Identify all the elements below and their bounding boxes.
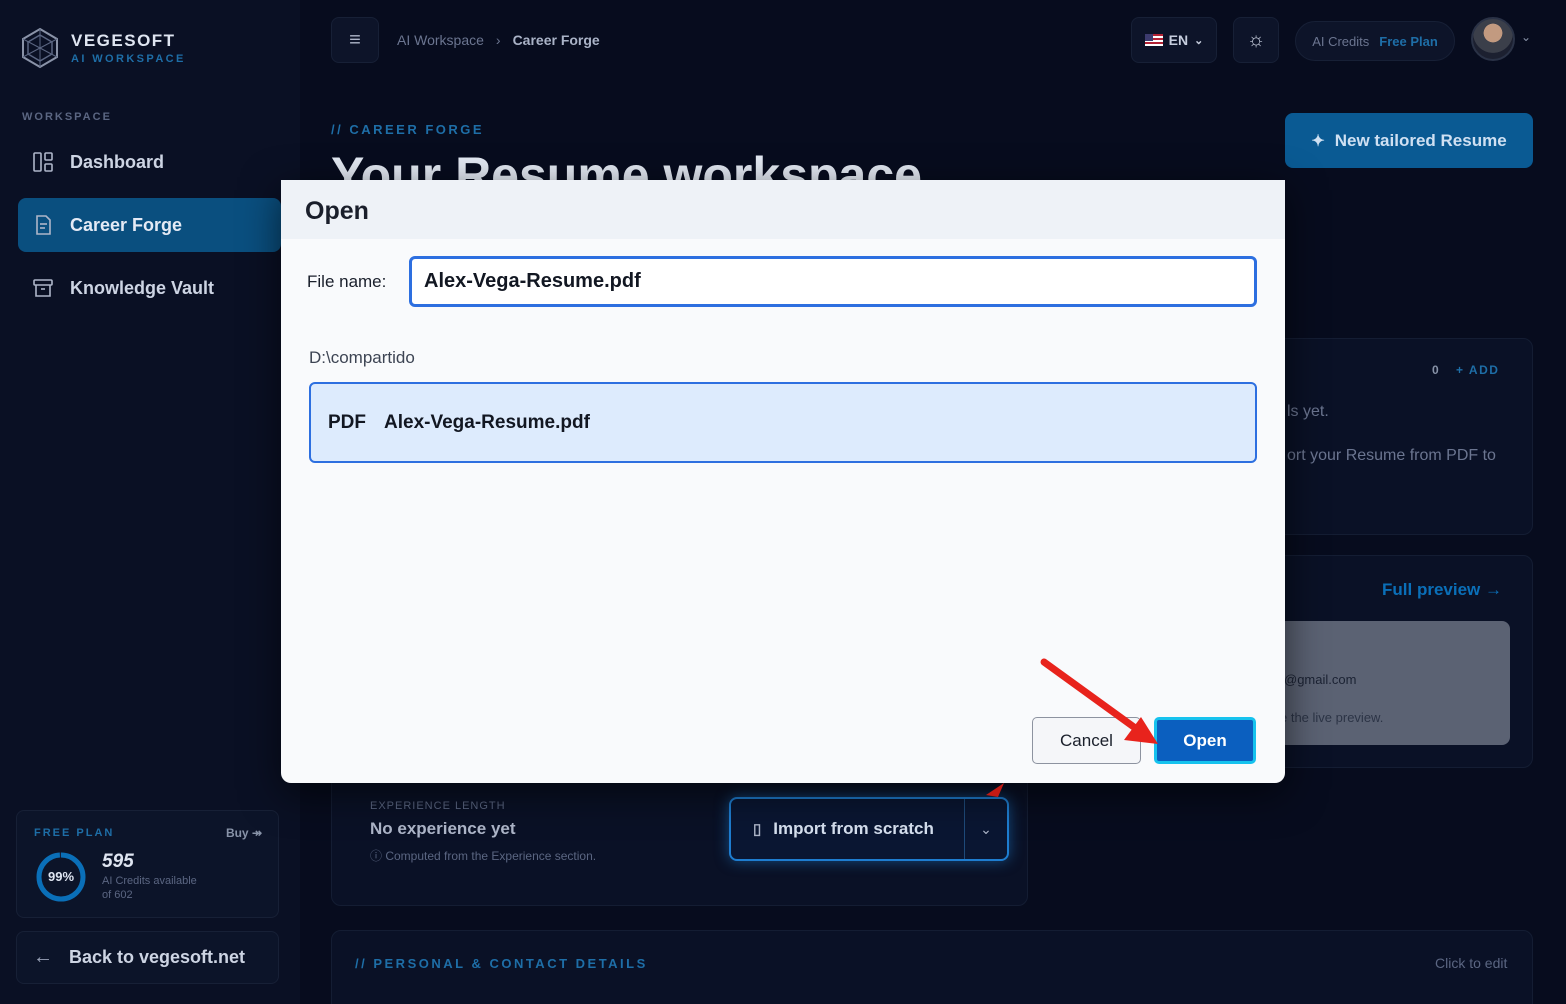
skills-empty-text: ls yet. (1287, 403, 1329, 420)
experience-length-value: No experience yet (370, 819, 516, 838)
back-to-site-link[interactable]: ← Back to vegesoft.net (16, 931, 279, 984)
experience-hint: ⓘ Computed from the Experience section. (370, 847, 596, 864)
plan-card: FREE PLAN Buy ↠ 99% 595 AI Credits avail… (16, 810, 279, 918)
chevron-down-icon: ⌄ (1194, 34, 1204, 47)
language-code: EN (1168, 32, 1189, 48)
dialog-header: Open (281, 180, 1285, 239)
vegesoft-logo-icon (22, 27, 58, 69)
pdf-file-icon: ▯ (753, 821, 762, 838)
ai-credits-pill[interactable]: AI Credits Free Plan (1295, 21, 1455, 61)
file-list-item[interactable]: PDF Alex-Vega-Resume.pdf (309, 382, 1257, 463)
credits-percent: 99% (47, 869, 75, 884)
theme-toggle-button[interactable]: ☼ (1233, 17, 1279, 63)
archive-icon (33, 279, 53, 297)
credits-available-label: AI Credits available (102, 875, 197, 887)
sidebar-item-dashboard[interactable]: Dashboard (18, 135, 281, 189)
breadcrumb: AI Workspace › Career Forge (397, 32, 600, 48)
brand-name: VEGESOFT (71, 31, 176, 50)
brand-subtitle: AI WORKSPACE (71, 53, 186, 65)
skills-import-hint: ort your Resume from PDF to (1287, 447, 1496, 464)
chevron-right-icon: › (495, 32, 501, 48)
personal-details-heading: // PERSONAL & CONTACT DETAILS (355, 956, 648, 971)
sidebar-item-knowledge-vault[interactable]: Knowledge Vault (18, 261, 281, 315)
import-label: Import from scratch (773, 819, 934, 838)
back-link-label: Back to vegesoft.net (69, 947, 246, 967)
page-eyebrow: // CAREER FORGE (331, 122, 485, 137)
full-preview-link[interactable]: Full preview → (1382, 580, 1502, 600)
current-path: D:\compartido (309, 348, 415, 367)
info-icon: ⓘ (370, 849, 386, 863)
credits-count: 595 (102, 851, 134, 872)
workspace-section-label: WORKSPACE (22, 111, 112, 123)
file-item-name: Alex-Vega-Resume.pdf (384, 411, 590, 433)
sidebar-item-label: Knowledge Vault (70, 277, 215, 298)
us-flag-icon (1144, 34, 1163, 46)
sidebar-item-label: Career Forge (70, 214, 183, 235)
open-file-dialog: Open File name: D:\compartido PDF Alex-V… (281, 180, 1285, 783)
menu-toggle-button[interactable]: ≡ (331, 17, 379, 63)
credits-total: of 602 (102, 889, 133, 901)
brand[interactable]: VEGESOFT AI WORKSPACE (18, 26, 186, 70)
dialog-title: Open (305, 197, 369, 225)
experience-hint-text: Computed from the Experience section. (385, 849, 597, 863)
import-from-scratch-button[interactable]: ▯ Import from scratch (731, 799, 965, 859)
breadcrumb-current: Career Forge (512, 32, 600, 48)
arrow-left-icon: ← (33, 946, 53, 968)
sidebar-item-label: Dashboard (70, 151, 165, 172)
cancel-button[interactable]: Cancel (1032, 717, 1141, 764)
file-name-input[interactable] (409, 256, 1257, 307)
preview-email: @gmail.com (1284, 672, 1357, 687)
new-tailored-resume-button[interactable]: ✦ New tailored Resume (1285, 113, 1533, 168)
dashboard-icon (33, 152, 53, 172)
file-type-badge: PDF (328, 411, 366, 433)
credits-label: AI Credits (1312, 33, 1370, 49)
sidebar-item-career-forge[interactable]: Career Forge (18, 198, 281, 252)
breadcrumb-item[interactable]: AI Workspace (397, 32, 484, 48)
add-skill-button[interactable]: + ADD (1456, 363, 1499, 377)
plan-label: FREE PLAN (34, 827, 115, 839)
new-resume-label: New tailored Resume (1334, 130, 1507, 150)
avatar[interactable] (1471, 17, 1515, 61)
page-title: Your Resume workspace (331, 147, 922, 180)
plan-name: Free Plan (1379, 33, 1438, 49)
document-icon (36, 215, 51, 235)
open-button[interactable]: Open (1154, 717, 1256, 764)
skills-count: 0 (1432, 363, 1439, 377)
language-select[interactable]: EN ⌄ (1131, 17, 1217, 63)
click-to-edit-hint: Click to edit (1435, 955, 1508, 971)
sun-icon: ☼ (1246, 29, 1266, 51)
import-split-button: ▯ Import from scratch ⌄ (729, 797, 1009, 861)
credits-available-text: AI Credits available of 602 (102, 874, 197, 902)
experience-length-label: EXPERIENCE LENGTH (370, 800, 506, 812)
chevron-down-icon: ⌄ (980, 820, 992, 837)
buy-link[interactable]: Buy ↠ (226, 826, 262, 840)
sparkle-icon: ✦ (1311, 132, 1325, 150)
hamburger-icon: ≡ (349, 29, 361, 51)
sidebar: VEGESOFT AI WORKSPACE WORKSPACE Dashboar… (0, 0, 300, 1004)
file-name-label: File name: (307, 272, 387, 291)
chevron-down-icon[interactable]: ⌄ (1521, 30, 1531, 44)
preview-hint: e the live preview. (1280, 710, 1384, 725)
import-options-dropdown[interactable]: ⌄ (965, 821, 1007, 838)
